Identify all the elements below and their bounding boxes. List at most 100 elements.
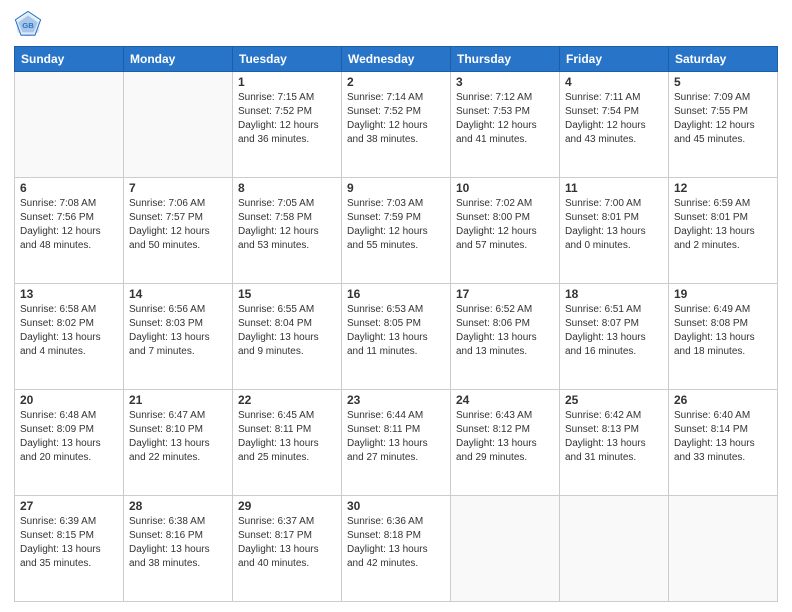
day-cell: 17 Sunrise: 6:52 AM Sunset: 8:06 PM Dayli… [451,284,560,390]
header-row: SundayMondayTuesdayWednesdayThursdayFrid… [15,47,778,72]
day-cell: 21 Sunrise: 6:47 AM Sunset: 8:10 PM Dayli… [124,390,233,496]
col-header-friday: Friday [560,47,669,72]
day-info: Sunrise: 6:56 AM Sunset: 8:03 PM Dayligh… [129,303,227,359]
week-row-2: 6 Sunrise: 7:08 AM Sunset: 7:56 PM Daylig… [15,178,778,284]
day-number: 13 [20,287,118,301]
day-info: Sunrise: 6:38 AM Sunset: 8:16 PM Dayligh… [129,515,227,571]
day-info: Sunrise: 6:37 AM Sunset: 8:17 PM Dayligh… [238,515,336,571]
day-info: Sunrise: 7:06 AM Sunset: 7:57 PM Dayligh… [129,197,227,253]
day-info: Sunrise: 6:52 AM Sunset: 8:06 PM Dayligh… [456,303,554,359]
logo-icon: GB [14,10,42,38]
day-number: 16 [347,287,445,301]
day-number: 28 [129,499,227,513]
day-cell [451,496,560,602]
day-number: 18 [565,287,663,301]
day-number: 12 [674,181,772,195]
day-cell: 14 Sunrise: 6:56 AM Sunset: 8:03 PM Dayli… [124,284,233,390]
day-cell: 18Sunrise: 6:51 AM Sunset: 8:07 PM Dayli… [560,284,669,390]
day-number: 24 [456,393,554,407]
day-cell: 12 Sunrise: 6:59 AM Sunset: 8:01 PM Dayli… [669,178,778,284]
day-cell: 15 Sunrise: 6:55 AM Sunset: 8:04 PM Dayli… [233,284,342,390]
logo: GB [14,10,46,38]
day-cell: 29 Sunrise: 6:37 AM Sunset: 8:17 PM Dayli… [233,496,342,602]
svg-text:GB: GB [22,21,34,30]
day-cell: 4Sunrise: 7:11 AM Sunset: 7:54 PM Daylig… [560,72,669,178]
day-number: 26 [674,393,772,407]
day-info: Sunrise: 6:47 AM Sunset: 8:10 PM Dayligh… [129,409,227,465]
day-cell: 13 Sunrise: 6:58 AM Sunset: 8:02 PM Dayli… [15,284,124,390]
day-cell: 5 Sunrise: 7:09 AM Sunset: 7:55 PM Daylig… [669,72,778,178]
day-cell [15,72,124,178]
day-number: 15 [238,287,336,301]
day-cell: 10 Sunrise: 7:02 AM Sunset: 8:00 PM Dayli… [451,178,560,284]
col-header-wednesday: Wednesday [342,47,451,72]
day-info: Sunrise: 7:15 AM Sunset: 7:52 PM Dayligh… [238,91,336,147]
col-header-saturday: Saturday [669,47,778,72]
day-info: Sunrise: 6:58 AM Sunset: 8:02 PM Dayligh… [20,303,118,359]
day-info: Sunrise: 6:55 AM Sunset: 8:04 PM Dayligh… [238,303,336,359]
day-number: 23 [347,393,445,407]
col-header-tuesday: Tuesday [233,47,342,72]
week-row-1: 1 Sunrise: 7:15 AM Sunset: 7:52 PM Daylig… [15,72,778,178]
day-cell: 3 Sunrise: 7:12 AM Sunset: 7:53 PM Daylig… [451,72,560,178]
day-cell [124,72,233,178]
day-cell: 7 Sunrise: 7:06 AM Sunset: 7:57 PM Daylig… [124,178,233,284]
day-cell: 26 Sunrise: 6:40 AM Sunset: 8:14 PM Dayli… [669,390,778,496]
day-number: 3 [456,75,554,89]
day-number: 14 [129,287,227,301]
day-number: 25 [565,393,663,407]
day-number: 20 [20,393,118,407]
day-cell: 19Sunrise: 6:49 AM Sunset: 8:08 PM Dayli… [669,284,778,390]
day-info: Sunrise: 6:42 AM Sunset: 8:13 PM Dayligh… [565,409,663,465]
day-cell: 20 Sunrise: 6:48 AM Sunset: 8:09 PM Dayli… [15,390,124,496]
day-info: Sunrise: 6:48 AM Sunset: 8:09 PM Dayligh… [20,409,118,465]
day-cell [669,496,778,602]
day-number: 9 [347,181,445,195]
day-cell: 1 Sunrise: 7:15 AM Sunset: 7:52 PM Daylig… [233,72,342,178]
day-cell: 2 Sunrise: 7:14 AM Sunset: 7:52 PM Daylig… [342,72,451,178]
day-info: Sunrise: 6:59 AM Sunset: 8:01 PM Dayligh… [674,197,772,253]
day-info: Sunrise: 6:36 AM Sunset: 8:18 PM Dayligh… [347,515,445,571]
day-number: 10 [456,181,554,195]
day-number: 22 [238,393,336,407]
calendar-table: SundayMondayTuesdayWednesdayThursdayFrid… [14,46,778,602]
day-number: 11 [565,181,663,195]
day-cell: 8Sunrise: 7:05 AM Sunset: 7:58 PM Daylig… [233,178,342,284]
day-number: 4 [565,75,663,89]
day-cell: 27Sunrise: 6:39 AM Sunset: 8:15 PM Dayli… [15,496,124,602]
day-number: 6 [20,181,118,195]
day-info: Sunrise: 7:09 AM Sunset: 7:55 PM Dayligh… [674,91,772,147]
day-number: 1 [238,75,336,89]
day-cell: 6 Sunrise: 7:08 AM Sunset: 7:56 PM Daylig… [15,178,124,284]
day-number: 17 [456,287,554,301]
day-number: 7 [129,181,227,195]
day-info: Sunrise: 6:49 AM Sunset: 8:08 PM Dayligh… [674,303,772,359]
day-number: 8 [238,181,336,195]
day-cell: 9 Sunrise: 7:03 AM Sunset: 7:59 PM Daylig… [342,178,451,284]
day-info: Sunrise: 7:03 AM Sunset: 7:59 PM Dayligh… [347,197,445,253]
day-info: Sunrise: 6:40 AM Sunset: 8:14 PM Dayligh… [674,409,772,465]
day-cell [560,496,669,602]
day-number: 5 [674,75,772,89]
day-cell: 28 Sunrise: 6:38 AM Sunset: 8:16 PM Dayli… [124,496,233,602]
day-info: Sunrise: 7:12 AM Sunset: 7:53 PM Dayligh… [456,91,554,147]
day-info: Sunrise: 7:02 AM Sunset: 8:00 PM Dayligh… [456,197,554,253]
day-info: Sunrise: 6:43 AM Sunset: 8:12 PM Dayligh… [456,409,554,465]
day-info: Sunrise: 7:08 AM Sunset: 7:56 PM Dayligh… [20,197,118,253]
day-info: Sunrise: 6:44 AM Sunset: 8:11 PM Dayligh… [347,409,445,465]
day-number: 21 [129,393,227,407]
day-number: 2 [347,75,445,89]
day-info: Sunrise: 7:14 AM Sunset: 7:52 PM Dayligh… [347,91,445,147]
day-cell: 11Sunrise: 7:00 AM Sunset: 8:01 PM Dayli… [560,178,669,284]
col-header-monday: Monday [124,47,233,72]
day-info: Sunrise: 6:45 AM Sunset: 8:11 PM Dayligh… [238,409,336,465]
day-cell: 24 Sunrise: 6:43 AM Sunset: 8:12 PM Dayli… [451,390,560,496]
col-header-sunday: Sunday [15,47,124,72]
col-header-thursday: Thursday [451,47,560,72]
day-cell: 22 Sunrise: 6:45 AM Sunset: 8:11 PM Dayli… [233,390,342,496]
week-row-4: 20 Sunrise: 6:48 AM Sunset: 8:09 PM Dayli… [15,390,778,496]
day-cell: 25 Sunrise: 6:42 AM Sunset: 8:13 PM Dayli… [560,390,669,496]
day-cell: 16Sunrise: 6:53 AM Sunset: 8:05 PM Dayli… [342,284,451,390]
day-number: 27 [20,499,118,513]
day-number: 29 [238,499,336,513]
